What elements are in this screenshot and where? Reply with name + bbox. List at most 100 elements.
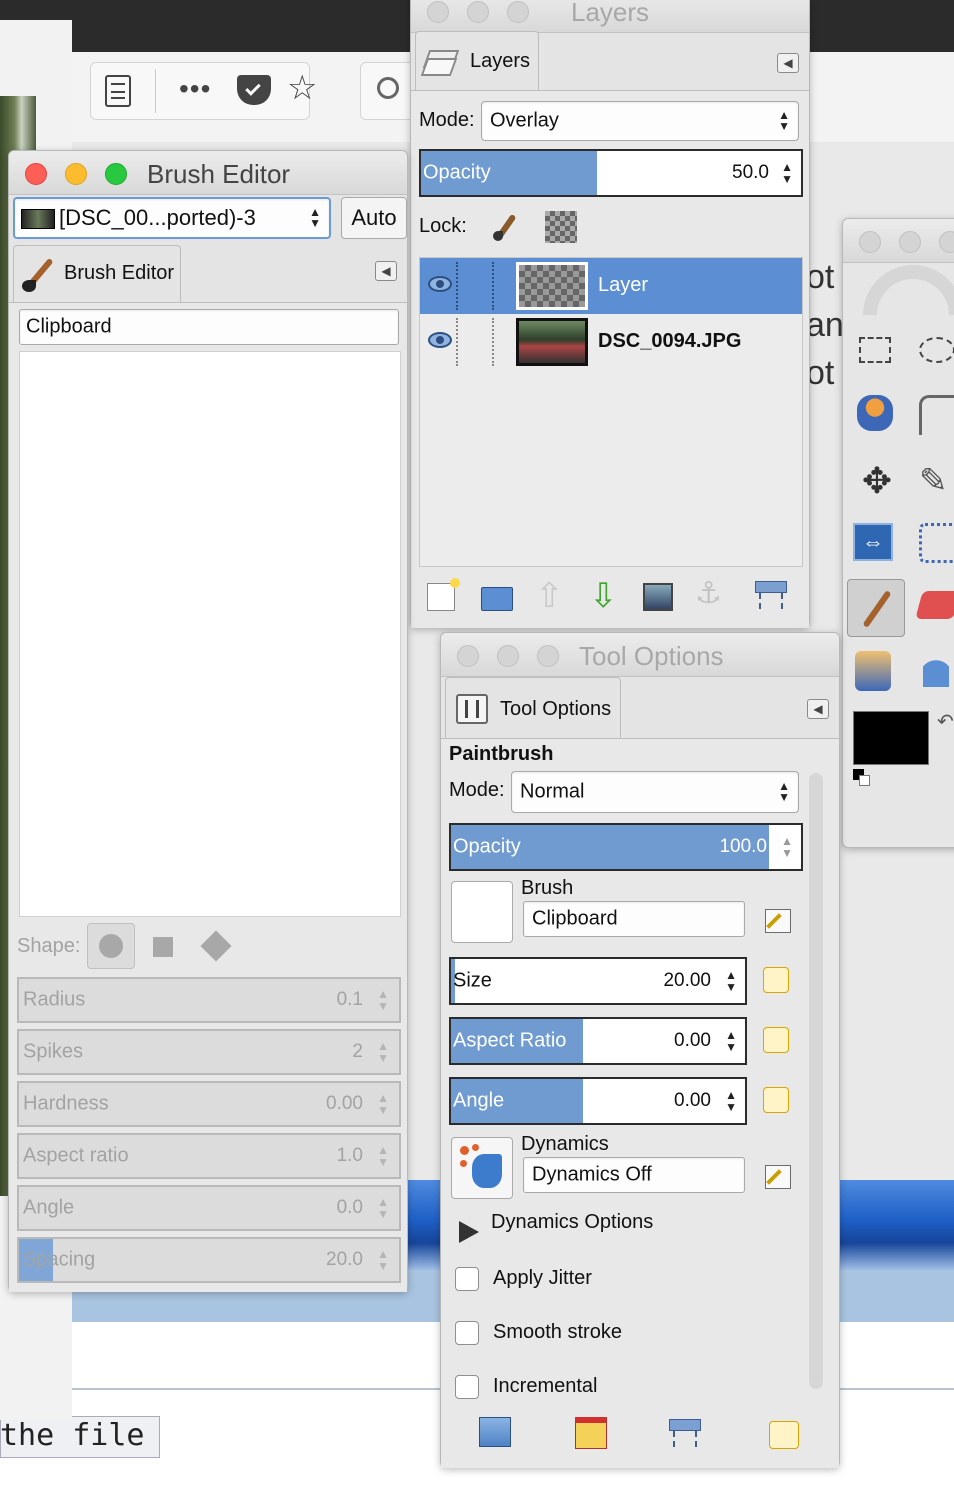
- edit-dynamics-icon[interactable]: [765, 1165, 791, 1189]
- eraser-tool-icon[interactable]: [915, 591, 954, 619]
- toolbox-minimize-button[interactable]: [899, 231, 921, 253]
- layer-row[interactable]: DSC_0094.JPG: [420, 314, 802, 370]
- crop-tool-icon[interactable]: ✎: [919, 463, 954, 503]
- layers-zoom-button[interactable]: [507, 1, 529, 23]
- default-colors-icon[interactable]: [853, 769, 871, 787]
- shape-circle-button[interactable]: [87, 923, 135, 969]
- restore-tool-preset-icon[interactable]: [575, 1417, 607, 1449]
- brush-editor-close-button[interactable]: [25, 163, 47, 185]
- dynamics-name-display[interactable]: Dynamics Off: [523, 1157, 745, 1193]
- chain-toggle[interactable]: [456, 262, 458, 310]
- tool-options-close-button[interactable]: [457, 645, 479, 667]
- apply-jitter-checkbox[interactable]: [455, 1267, 479, 1291]
- reset-size-icon[interactable]: [763, 967, 789, 993]
- pocket-icon[interactable]: [237, 75, 271, 105]
- aspect-ratio-spinner[interactable]: Aspect ratio 1.0 ▲ ▼: [17, 1133, 401, 1179]
- lock-alpha-icon[interactable]: [545, 211, 577, 243]
- brush-preview-button[interactable]: [451, 881, 513, 943]
- spin-arrows-icon[interactable]: ▲ ▼: [725, 1089, 737, 1113]
- brush-editor-zoom-button[interactable]: [105, 163, 127, 185]
- layers-close-button[interactable]: [427, 1, 449, 23]
- new-layer-icon[interactable]: [427, 578, 460, 611]
- spin-arrows-icon[interactable]: ▲ ▼: [781, 835, 793, 859]
- incremental-label[interactable]: Incremental: [493, 1375, 598, 1398]
- brush-editor-minimize-button[interactable]: [65, 163, 87, 185]
- tool-opacity-spinner[interactable]: Opacity 100.0 ▲ ▼: [449, 823, 803, 871]
- delete-layer-icon[interactable]: [755, 581, 787, 611]
- delete-tool-preset-icon[interactable]: [669, 1419, 701, 1449]
- edit-brush-icon[interactable]: [765, 909, 791, 933]
- brush-name-field[interactable]: Clipboard: [19, 309, 399, 345]
- tool-options-scrollbar[interactable]: [809, 773, 823, 1389]
- layers-minimize-button[interactable]: [467, 1, 489, 23]
- foreground-select-tool-icon[interactable]: [857, 395, 893, 431]
- toolbox-zoom-button[interactable]: [939, 231, 954, 253]
- spin-arrows-icon[interactable]: ▲ ▼: [377, 1040, 389, 1064]
- tool-mode-select[interactable]: Normal ▲ ▼: [511, 771, 799, 813]
- spin-arrows-icon[interactable]: ▲ ▼: [377, 1092, 389, 1116]
- flip-tool-icon[interactable]: ⇔: [853, 523, 893, 561]
- auto-button[interactable]: Auto: [341, 197, 407, 239]
- reader-view-icon[interactable]: [105, 75, 131, 107]
- tool-options-tab-menu-button[interactable]: ◀: [807, 699, 829, 719]
- aspect-ratio-tool-spinner[interactable]: Aspect Ratio 0.00 ▲ ▼: [449, 1017, 747, 1065]
- square-shape-icon[interactable]: [153, 937, 173, 957]
- swap-colors-icon[interactable]: ↶: [937, 709, 954, 734]
- rect-select-tool-icon[interactable]: [859, 337, 891, 363]
- apply-jitter-label[interactable]: Apply Jitter: [493, 1267, 592, 1290]
- incremental-checkbox[interactable]: [455, 1375, 479, 1399]
- foreground-color-swatch[interactable]: [853, 711, 929, 765]
- visibility-eye-icon[interactable]: [428, 276, 452, 292]
- layer-name[interactable]: Layer: [598, 274, 648, 297]
- layers-mode-select[interactable]: Overlay ▲ ▼: [481, 101, 799, 141]
- lower-layer-icon[interactable]: ⇩: [589, 579, 618, 613]
- spin-arrows-icon[interactable]: ▲ ▼: [781, 161, 793, 185]
- layers-tab-menu-button[interactable]: ◀: [777, 53, 799, 73]
- angle-spinner[interactable]: Angle 0.0 ▲ ▼: [17, 1185, 401, 1231]
- angle-tool-spinner[interactable]: Angle 0.00 ▲ ▼: [449, 1077, 747, 1125]
- clone-tool-icon[interactable]: [855, 651, 891, 691]
- raise-layer-icon[interactable]: ⇧: [535, 579, 564, 613]
- spikes-spinner[interactable]: Spikes 2 ▲ ▼: [17, 1029, 401, 1075]
- paintbrush-tool-button[interactable]: [847, 579, 905, 637]
- cage-tool-icon[interactable]: [919, 523, 954, 563]
- image-selector[interactable]: [DSC_00...ported)-3 ▲ ▼: [13, 197, 331, 239]
- brush-name-display[interactable]: Clipboard: [523, 901, 745, 937]
- new-layer-group-icon[interactable]: [481, 587, 513, 611]
- lock-pixels-icon[interactable]: [491, 211, 521, 243]
- spin-arrows-icon[interactable]: ▲ ▼: [377, 988, 389, 1012]
- anchor-layer-icon[interactable]: ⚓: [695, 577, 722, 611]
- radius-spinner[interactable]: Radius 0.1 ▲ ▼: [17, 977, 401, 1023]
- spin-arrows-icon[interactable]: ▲ ▼: [377, 1144, 389, 1168]
- dynamics-options-expander[interactable]: Dynamics Options: [491, 1211, 653, 1234]
- expander-triangle-icon[interactable]: [459, 1221, 479, 1243]
- size-spinner[interactable]: Size 20.00 ▲ ▼: [449, 957, 747, 1005]
- smooth-stroke-checkbox[interactable]: [455, 1321, 479, 1345]
- reset-tool-options-icon[interactable]: [769, 1421, 799, 1449]
- spin-arrows-icon[interactable]: ▲ ▼: [377, 1248, 389, 1272]
- hardness-spinner[interactable]: Hardness 0.00 ▲ ▼: [17, 1081, 401, 1127]
- layers-opacity-spinner[interactable]: Opacity 50.0 ▲ ▼: [419, 149, 803, 197]
- reset-aspect-ratio-icon[interactable]: [763, 1027, 789, 1053]
- save-tool-preset-icon[interactable]: [479, 1417, 511, 1447]
- spin-arrows-icon[interactable]: ▲ ▼: [725, 1029, 737, 1053]
- tool-options-minimize-button[interactable]: [497, 645, 519, 667]
- tab-layers[interactable]: Layers: [415, 31, 539, 91]
- more-actions-icon[interactable]: •••: [179, 73, 211, 105]
- blur-tool-icon[interactable]: [923, 653, 949, 687]
- spin-arrows-icon[interactable]: ▲ ▼: [377, 1196, 389, 1220]
- dynamics-preview-button[interactable]: [451, 1137, 513, 1199]
- move-tool-icon[interactable]: ✥: [857, 463, 897, 503]
- bookmark-star-icon[interactable]: ☆: [287, 71, 317, 105]
- visibility-eye-icon[interactable]: [428, 332, 452, 348]
- paths-tool-icon[interactable]: [919, 395, 954, 435]
- brush-editor-tab-menu-button[interactable]: ◀: [375, 261, 397, 281]
- tool-options-zoom-button[interactable]: [537, 645, 559, 667]
- reset-angle-icon[interactable]: [763, 1087, 789, 1113]
- tab-tool-options[interactable]: Tool Options: [445, 677, 621, 739]
- spin-arrows-icon[interactable]: ▲ ▼: [725, 969, 737, 993]
- tab-brush-editor[interactable]: Brush Editor: [13, 245, 181, 303]
- toolbox-close-button[interactable]: [859, 231, 881, 253]
- layer-row-selected[interactable]: Layer: [420, 258, 802, 314]
- chain-toggle[interactable]: [456, 318, 458, 366]
